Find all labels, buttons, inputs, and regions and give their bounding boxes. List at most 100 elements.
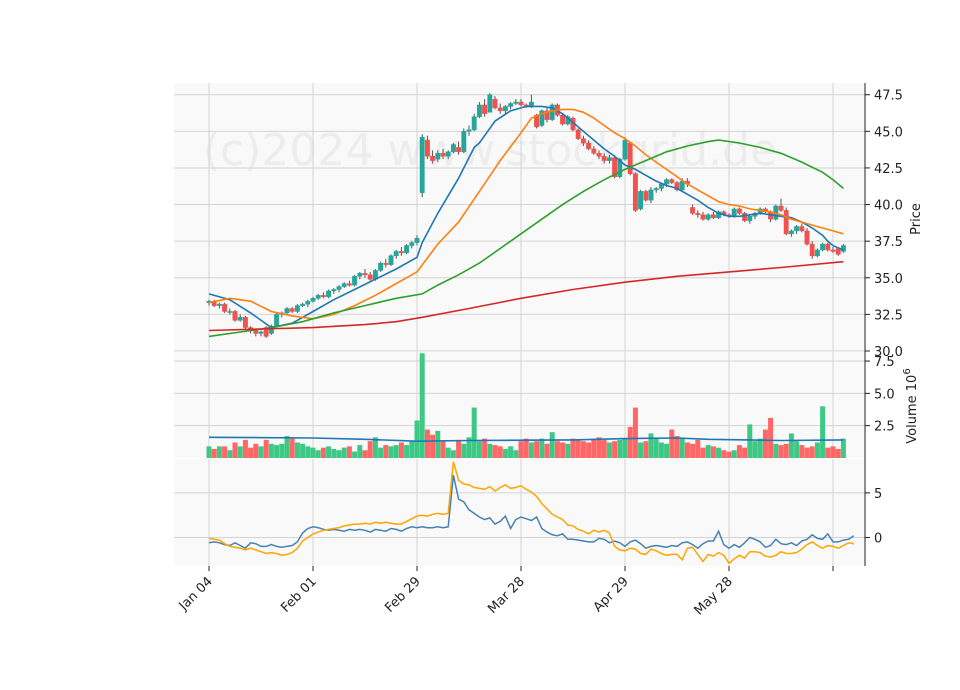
candle xyxy=(222,302,228,313)
candle-body-down xyxy=(809,243,815,257)
candle-body-up xyxy=(331,289,337,292)
candle-body-up xyxy=(747,216,753,221)
volume-bar xyxy=(684,442,690,458)
volume-bar xyxy=(653,438,659,458)
volume-bar xyxy=(492,445,498,458)
candle-body-up xyxy=(471,116,477,131)
candle-body-up xyxy=(445,151,451,157)
volume-bar xyxy=(419,353,425,458)
candle-body-down xyxy=(596,153,602,157)
candle-body-up xyxy=(388,255,394,265)
candle xyxy=(539,109,545,127)
volume-bar xyxy=(393,445,399,458)
volume-bar xyxy=(310,447,316,458)
candle-body-up xyxy=(487,94,493,113)
candle-body-up xyxy=(227,311,233,313)
candle-body-down xyxy=(253,330,259,334)
candle-body-down xyxy=(492,98,498,109)
price-tick-label: 45.0 xyxy=(874,125,903,140)
volume-bar xyxy=(575,439,581,458)
candle-body-down xyxy=(222,303,228,312)
volume-bar xyxy=(534,441,540,458)
candle xyxy=(742,211,748,223)
volume-bar xyxy=(591,438,597,458)
price-tick-label: 32.5 xyxy=(874,308,903,323)
candle-body-up xyxy=(508,103,514,107)
volume-bar xyxy=(632,407,638,458)
volume-bar xyxy=(643,441,649,458)
volume-bar xyxy=(549,432,555,458)
volume-bar xyxy=(674,436,680,458)
volume-bar xyxy=(757,438,763,458)
candle xyxy=(820,242,826,252)
volume-bar xyxy=(409,441,415,458)
volume-bar xyxy=(445,447,451,458)
candle-body-down xyxy=(242,317,248,328)
volume-bar xyxy=(424,429,430,458)
candle-body-up xyxy=(274,314,280,327)
volume-bar xyxy=(222,446,228,458)
price-tick-label: 37.5 xyxy=(874,235,903,250)
candle-body-up xyxy=(419,136,425,194)
volume-bar xyxy=(528,442,534,458)
candle-body-down xyxy=(430,155,436,161)
price-tick-label: 35.0 xyxy=(874,272,903,287)
volume-bar xyxy=(830,446,836,458)
candle-body-up xyxy=(336,286,342,290)
candle-body-down xyxy=(695,213,701,216)
candle-body-down xyxy=(289,308,295,312)
candle xyxy=(274,312,280,327)
candle-body-up xyxy=(466,129,472,132)
candle xyxy=(575,128,581,141)
candle-body-up xyxy=(352,276,358,286)
volume-axis-label: Volume 106 xyxy=(902,368,920,443)
volume-bar xyxy=(456,439,462,458)
volume-bar xyxy=(253,443,259,458)
volume-bar xyxy=(768,417,774,458)
volume-bar xyxy=(809,446,815,458)
candle xyxy=(814,248,820,258)
volume-bar xyxy=(502,448,508,458)
volume-bar xyxy=(804,447,810,458)
volume-bar xyxy=(612,441,618,458)
candle-body-down xyxy=(825,243,831,251)
candle-body-up xyxy=(326,290,332,298)
volume-bar xyxy=(346,446,352,458)
candle-body-up xyxy=(310,298,316,302)
volume-bar xyxy=(638,442,644,458)
volume-bar xyxy=(783,443,789,458)
volume-bar xyxy=(617,439,623,458)
candle-body-down xyxy=(783,210,789,235)
volume-bar xyxy=(461,443,467,458)
indicator-panel-background xyxy=(174,459,865,566)
volume-bar xyxy=(211,448,217,458)
candle-body-down xyxy=(518,101,524,106)
volume-bar xyxy=(248,447,254,458)
volume-bar xyxy=(820,406,826,458)
candle-body-up xyxy=(216,303,222,306)
candle-body-down xyxy=(580,138,586,144)
volume-bar xyxy=(560,442,566,458)
volume-bar xyxy=(206,446,212,458)
volume-bar xyxy=(352,451,358,458)
candle-body-up xyxy=(814,249,820,257)
volume-bar xyxy=(601,439,607,458)
volume-bar xyxy=(357,445,363,458)
candle xyxy=(450,143,456,154)
candle xyxy=(232,309,238,322)
candle-body-up xyxy=(305,300,311,305)
candle-body-down xyxy=(424,139,430,157)
volume-bar xyxy=(606,442,612,458)
candle-body-down xyxy=(482,104,488,115)
candle-body-down xyxy=(560,114,566,125)
candle xyxy=(783,207,789,236)
volume-bar xyxy=(450,450,456,458)
volume-bar xyxy=(305,446,311,458)
volume-bar xyxy=(627,426,633,458)
candle xyxy=(825,242,831,252)
candle-body-down xyxy=(710,214,716,218)
volume-bar xyxy=(274,445,280,458)
volume-bar xyxy=(554,441,560,458)
volume-bar xyxy=(476,441,482,458)
candle xyxy=(388,254,394,267)
